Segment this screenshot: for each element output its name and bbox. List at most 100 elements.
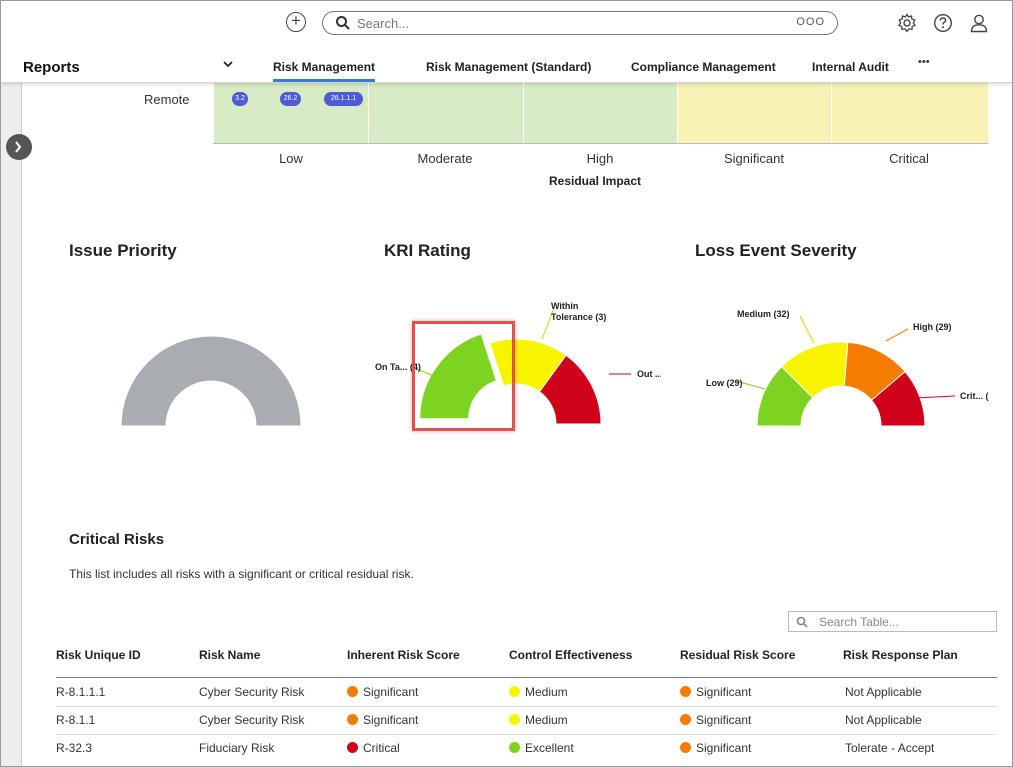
gauge-slice-total[interactable] (120, 335, 302, 427)
kri-label-within-tolerance-2: Tolerance (3) (551, 312, 606, 322)
cell-risk-name[interactable]: Fiduciary Risk (199, 741, 274, 755)
cell-text: Critical (363, 741, 400, 755)
help-icon[interactable] (933, 13, 953, 33)
loss-label-critical: Crit... ( (960, 391, 989, 401)
likelihood-label-remote: Remote (144, 92, 190, 107)
cell-response-plan: Not Applicable (845, 713, 922, 727)
status-dot (347, 686, 358, 697)
cell-inherent-score: Significant (347, 685, 418, 699)
heatmap-cell (524, 83, 677, 143)
cell-text: Significant (696, 713, 752, 727)
heatmap-cell (678, 83, 831, 143)
column-header-control-effectiveness[interactable]: Control Effectiveness (509, 648, 632, 662)
loss-label-medium: Medium (32) (737, 309, 790, 319)
loss-event-severity-chart: Low (29) Medium (32) High (29) Crit... ( (706, 309, 989, 427)
cell-control-effectiveness: Medium (509, 685, 568, 699)
cell-risk-id[interactable]: R-32.3 (56, 741, 92, 755)
impact-label-moderate: Moderate (417, 151, 473, 166)
status-dot (509, 686, 520, 697)
cell-inherent-score: Critical (347, 741, 400, 755)
gear-icon[interactable] (897, 13, 917, 33)
cell-response-plan: Tolerate - Accept (845, 741, 935, 755)
cell-text: Significant (696, 741, 752, 755)
kri-label-out: Out ... (3 (637, 369, 661, 379)
search-placeholder: Search... (357, 16, 410, 31)
cell-residual-score: Significant (680, 685, 751, 699)
reports-nav-bar: Reports Risk Management Risk Management … (1, 45, 1012, 83)
cell-risk-id[interactable]: R-8.1.1 (56, 713, 95, 727)
critical-risks-description: This list includes all risks with a sign… (69, 567, 414, 581)
cell-risk-id[interactable]: R-8.1.1.1 (56, 685, 105, 699)
row-divider (56, 734, 997, 735)
cell-text: Significant (696, 685, 752, 699)
cell-text: Excellent (525, 741, 574, 755)
kri-rating-title: KRI Rating (384, 241, 471, 260)
cell-text: Significant (363, 685, 419, 699)
status-dot (680, 686, 691, 697)
status-dot (509, 742, 520, 753)
table-search-input[interactable]: Search Table... (788, 611, 997, 632)
leader-line (799, 315, 815, 344)
column-header-inherent-risk[interactable]: Inherent Risk Score (347, 648, 460, 662)
search-icon (336, 16, 350, 30)
cell-residual-score: Significant (680, 741, 751, 755)
issue-priority-chart (120, 335, 302, 427)
chevron-right-icon (15, 141, 22, 153)
column-header-response-plan[interactable]: Risk Response Plan (843, 648, 958, 662)
chevron-down-icon[interactable] (223, 61, 233, 68)
tab-risk-management[interactable]: Risk Management (273, 60, 376, 82)
heatmap-axis-line (213, 143, 988, 144)
add-icon[interactable]: + (286, 12, 306, 32)
status-dot (347, 714, 358, 725)
column-header-risk-id[interactable]: Risk Unique ID (56, 648, 141, 662)
cell-control-effectiveness: Medium (509, 713, 568, 727)
sidebar-expand-button[interactable] (6, 134, 32, 160)
reports-title: Reports (23, 59, 80, 76)
impact-label-high: High (586, 151, 614, 166)
leader-line (885, 328, 909, 342)
cell-inherent-score: Significant (347, 713, 418, 727)
risk-badge[interactable]: 3.2 (232, 92, 248, 106)
app-window: + Search... OOO Reports Risk Management … (0, 0, 1013, 767)
loss-event-severity-title: Loss Event Severity (695, 241, 857, 260)
column-header-risk-name[interactable]: Risk Name (199, 648, 260, 662)
risk-badge[interactable]: 26.1.1.1 (324, 92, 363, 106)
cell-risk-name[interactable]: Cyber Security Risk (199, 713, 304, 727)
status-dot (680, 714, 691, 725)
kri-label-within-tolerance: Within (551, 301, 578, 311)
cell-control-effectiveness: Excellent (509, 741, 574, 755)
user-icon[interactable] (969, 13, 989, 33)
impact-label-critical: Critical (889, 151, 929, 166)
top-bar: + Search... OOO (1, 1, 1012, 45)
row-divider (56, 706, 997, 707)
status-dot (680, 742, 691, 753)
loss-label-low: Low (29) (706, 378, 743, 388)
table-header-divider (56, 677, 997, 678)
more-options-icon[interactable]: OOO (796, 16, 825, 28)
tab-risk-management-standard[interactable]: Risk Management (Standard) (426, 60, 591, 74)
tab-internal-audit[interactable]: Internal Audit (812, 60, 889, 74)
loss-label-high: High (29) (913, 322, 952, 332)
table-search-placeholder: Search Table... (819, 615, 899, 629)
cell-residual-score: Significant (680, 713, 751, 727)
cell-risk-name[interactable]: Cyber Security Risk (199, 685, 304, 699)
residual-impact-axis-title: Residual Impact (549, 174, 642, 188)
more-tabs-button[interactable]: ••• (918, 56, 930, 68)
critical-risks-title: Critical Risks (69, 531, 165, 548)
search-icon (796, 616, 808, 628)
sidebar-panel (1, 83, 22, 766)
risk-badge[interactable]: 26.2 (280, 92, 301, 106)
cell-text: Medium (525, 713, 568, 727)
status-dot (347, 742, 358, 753)
leader-line (914, 395, 956, 399)
cell-text: Medium (525, 685, 568, 699)
impact-label-significant: Significant (724, 151, 784, 166)
heatmap-cell (832, 83, 988, 143)
highlight-annotation (412, 321, 515, 431)
global-search-input[interactable]: Search... OOO (322, 11, 838, 35)
cell-text: Significant (363, 713, 419, 727)
tab-compliance-management[interactable]: Compliance Management (631, 60, 776, 74)
column-header-residual-risk[interactable]: Residual Risk Score (680, 648, 795, 662)
cell-response-plan: Not Applicable (845, 685, 922, 699)
impact-label-low: Low (279, 151, 303, 166)
